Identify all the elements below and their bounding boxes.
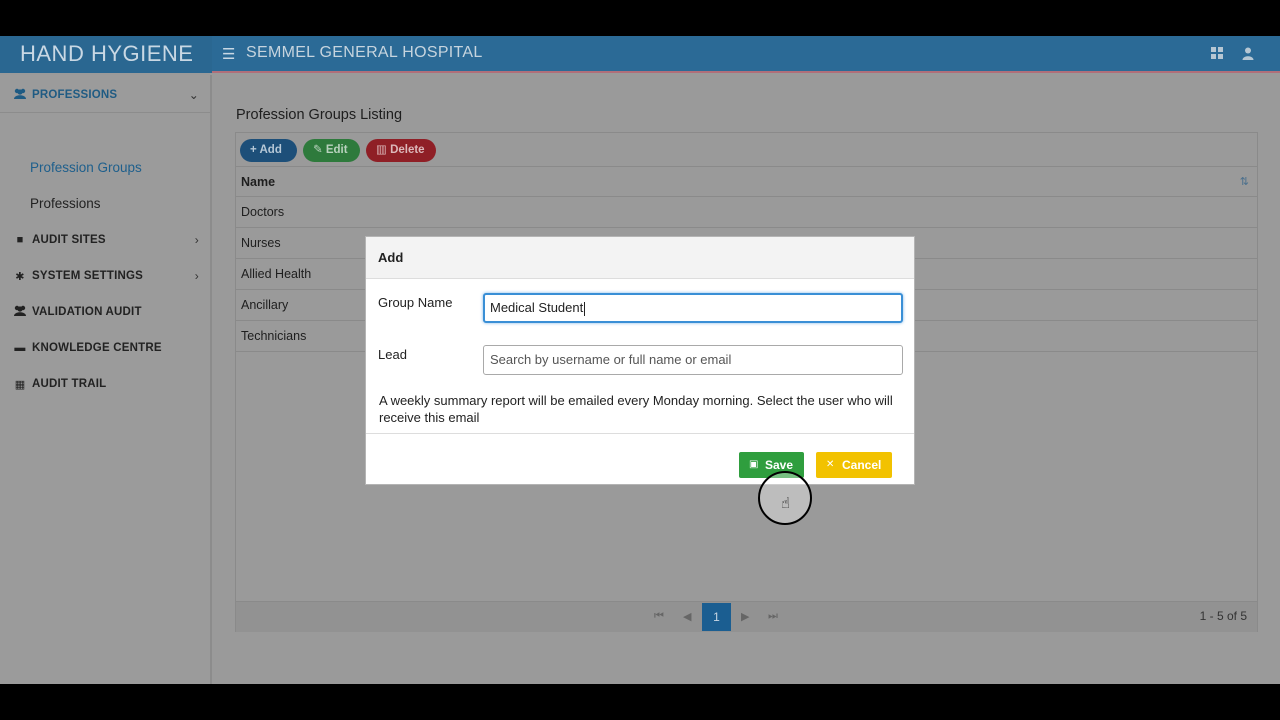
delete-button[interactable]: ▥ Delete	[366, 139, 436, 162]
first-page-icon[interactable]: ⏮	[654, 610, 664, 623]
sidebar-item-professions-list[interactable]: Professions	[30, 196, 101, 211]
sidebar: PROFESSIONS ⌄ Profession Groups Professi…	[0, 75, 212, 684]
sidebar-item-label: PROFESSIONS	[32, 88, 118, 101]
chevron-right-icon: ›	[194, 269, 199, 283]
sidebar-item-professions[interactable]: PROFESSIONS ⌄	[0, 77, 212, 113]
folder-icon: ▬	[14, 342, 26, 354]
pencil-icon: ✎	[313, 144, 326, 156]
chevron-down-icon: ⌄	[188, 87, 199, 102]
dialog-title: Add	[378, 250, 404, 265]
add-button-label: Add	[259, 144, 282, 156]
edit-button[interactable]: ✎ Edit	[303, 139, 360, 162]
dialog-divider	[366, 433, 914, 434]
table-row[interactable]: Doctors	[236, 197, 1257, 228]
cancel-button-label: Cancel	[842, 458, 882, 472]
chevron-right-icon: ›	[194, 233, 199, 247]
cancel-button[interactable]: ✕ Cancel	[816, 452, 892, 478]
add-group-dialog: Add Group Name Medical Student Lead Sear…	[365, 236, 915, 485]
sort-icon[interactable]: ⇅	[1240, 167, 1249, 197]
group-name-input[interactable]: Medical Student	[483, 293, 903, 323]
sidebar-item-validation-audit[interactable]: VALIDATION AUDIT	[0, 294, 212, 330]
column-header-label: Name	[241, 175, 276, 189]
sidebar-item-knowledge-centre[interactable]: ▬ KNOWLEDGE CENTRE	[0, 330, 212, 366]
sidebar-item-audit-trail[interactable]: ▦ AUDIT TRAIL	[0, 366, 212, 402]
add-button[interactable]: + Add	[240, 139, 297, 162]
text-caret	[584, 301, 586, 316]
delete-button-label: Delete	[390, 144, 425, 156]
next-page-icon[interactable]: ▶	[741, 610, 749, 623]
sidebar-item-label: SYSTEM SETTINGS	[32, 270, 143, 282]
calendar-icon: ▦	[14, 378, 26, 391]
sidebar-item-profession-groups[interactable]: Profession Groups	[30, 160, 142, 175]
users-icon	[13, 305, 27, 319]
app-window: HAND HYGIENE ☰ SEMMEL GENERAL HOSPITAL P…	[0, 36, 1280, 684]
user-icon[interactable]	[1242, 47, 1254, 60]
app-brand[interactable]: HAND HYGIENE	[0, 36, 212, 73]
group-name-label: Group Name	[378, 295, 453, 310]
sidebar-item-audit-sites[interactable]: ■ AUDIT SITES ›	[0, 222, 212, 258]
users-icon	[13, 88, 27, 102]
apps-icon[interactable]	[1211, 47, 1223, 59]
sidebar-item-label: VALIDATION AUDIT	[32, 306, 142, 318]
group-name-value: Medical Student	[490, 300, 584, 315]
floppy-icon: ▣	[749, 459, 759, 470]
lead-hint-text: A weekly summary report will be emailed …	[379, 393, 893, 425]
menu-icon[interactable]: ☰	[222, 45, 235, 63]
pagination: ⏮ ◀ 1 ▶ ⏭ 1 - 5 of 5	[236, 601, 1257, 632]
last-page-icon[interactable]: ⏭	[768, 610, 778, 623]
edit-button-label: Edit	[325, 144, 348, 156]
column-header-name[interactable]: Name ⇅	[236, 166, 1257, 197]
hospital-name: SEMMEL GENERAL HOSPITAL	[246, 44, 483, 61]
prev-page-icon[interactable]: ◀	[683, 610, 691, 623]
lead-label: Lead	[378, 347, 407, 362]
save-button-label: Save	[765, 458, 794, 472]
lead-search-input[interactable]: Search by username or full name or email	[483, 345, 903, 375]
sidebar-item-label: AUDIT TRAIL	[32, 378, 107, 390]
top-bar: HAND HYGIENE ☰ SEMMEL GENERAL HOSPITAL	[0, 36, 1280, 73]
page-title: Profession Groups Listing	[236, 107, 403, 123]
hand-cursor-icon: ☝	[781, 495, 791, 512]
trash-icon: ▥	[376, 144, 391, 156]
book-icon: ■	[16, 234, 24, 246]
close-icon: ✕	[826, 459, 835, 470]
gear-icon: ✱	[15, 270, 25, 283]
dialog-header: Add	[366, 237, 914, 279]
sidebar-item-system-settings[interactable]: ✱ SYSTEM SETTINGS ›	[0, 258, 212, 294]
page-1-button[interactable]: 1	[702, 603, 731, 631]
sidebar-item-label: AUDIT SITES	[32, 234, 106, 246]
sidebar-item-label: KNOWLEDGE CENTRE	[32, 342, 162, 354]
pager-info: 1 - 5 of 5	[1199, 609, 1247, 623]
